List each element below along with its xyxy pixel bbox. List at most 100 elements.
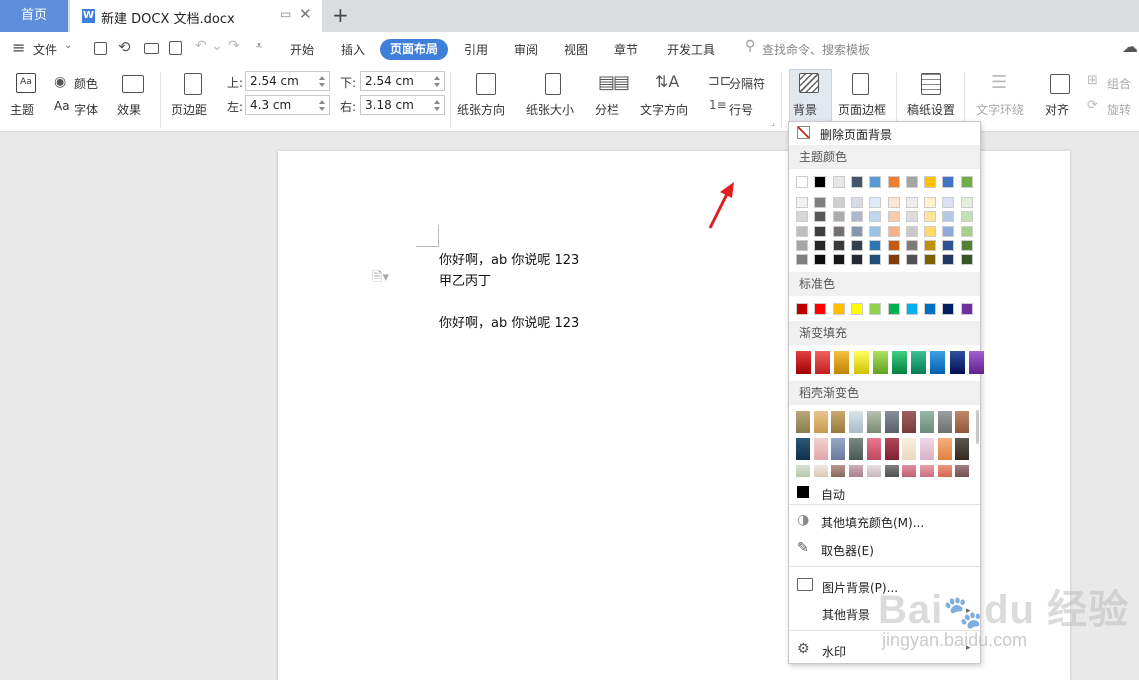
cloud-icon[interactable]: ☁ <box>1122 37 1138 56</box>
effect-icon[interactable] <box>122 75 144 93</box>
color-swatch[interactable] <box>942 303 955 315</box>
left-margin-input[interactable]: 4.3 cm <box>245 95 330 115</box>
more-fill-colors-item[interactable]: 其他填充颜色(M)... <box>821 514 924 531</box>
tab-document[interactable]: W 新建 DOCX 文档.docx ▭ ✕ <box>70 0 322 32</box>
auto-color-swatch[interactable] <box>797 486 809 498</box>
gradient-swatch[interactable] <box>955 465 970 477</box>
gradient-swatch[interactable] <box>955 411 970 433</box>
color-swatch[interactable] <box>869 254 882 266</box>
redo-icon[interactable]: ↷ <box>228 38 240 54</box>
color-swatch[interactable] <box>850 225 863 237</box>
color-swatch[interactable] <box>960 303 973 315</box>
gradient-swatch[interactable] <box>849 465 864 477</box>
color-swatch[interactable] <box>924 239 937 251</box>
gradient-swatch[interactable] <box>831 465 846 477</box>
grid-paper-button[interactable]: 稿纸设置 <box>907 101 955 118</box>
paper-size-button[interactable]: 纸张大小 <box>526 101 574 118</box>
color-swatch[interactable] <box>942 225 955 237</box>
gradient-swatch[interactable] <box>949 351 965 374</box>
color-swatch[interactable] <box>796 176 808 188</box>
text-direction-button[interactable]: 文字方向 <box>640 101 688 118</box>
color-swatch[interactable] <box>832 239 845 251</box>
gradient-swatch[interactable] <box>815 351 831 374</box>
color-swatch[interactable] <box>887 211 900 223</box>
color-swatch[interactable] <box>905 303 918 315</box>
color-swatch[interactable] <box>796 254 808 266</box>
group-button[interactable]: 组合 <box>1107 75 1131 92</box>
file-menu[interactable]: 文件 <box>33 41 57 58</box>
color-swatch[interactable] <box>960 254 973 266</box>
color-swatch[interactable] <box>796 225 808 237</box>
color-swatch[interactable] <box>869 303 882 315</box>
color-swatch[interactable] <box>814 211 827 223</box>
gradient-swatch[interactable] <box>853 351 869 374</box>
color-swatch[interactable] <box>814 303 827 315</box>
color-swatch[interactable] <box>942 197 955 208</box>
color-swatch[interactable] <box>942 211 955 223</box>
menu-tab-start[interactable]: 开始 <box>290 41 314 58</box>
line-number-button[interactable]: 行号 <box>729 101 753 118</box>
color-swatch[interactable] <box>960 225 973 237</box>
color-swatch[interactable] <box>850 176 863 188</box>
save-icon[interactable] <box>94 42 107 55</box>
gradient-swatch[interactable] <box>911 351 927 374</box>
gradient-swatch[interactable] <box>884 438 899 460</box>
color-swatch[interactable] <box>942 176 955 188</box>
gradient-swatch[interactable] <box>831 438 846 460</box>
gradient-swatch[interactable] <box>813 438 828 460</box>
color-swatch[interactable] <box>887 176 900 188</box>
color-swatch[interactable] <box>796 303 808 315</box>
gradient-swatch[interactable] <box>796 351 811 374</box>
tab-home[interactable]: 首页 <box>0 0 68 32</box>
color-button[interactable]: 颜色 <box>74 75 98 92</box>
color-swatch[interactable] <box>814 254 827 266</box>
hamburger-icon[interactable]: ≡ <box>12 38 25 57</box>
color-swatch[interactable] <box>832 176 845 188</box>
rotate-button[interactable]: 旋转 <box>1107 101 1131 118</box>
gradient-swatch[interactable] <box>892 351 907 374</box>
text-wrap-button[interactable]: 文字环绕 <box>976 101 1024 118</box>
color-swatch[interactable] <box>850 211 863 223</box>
color-swatch[interactable] <box>850 239 863 251</box>
menu-tab-view[interactable]: 视图 <box>564 41 588 58</box>
close-tab-icon[interactable]: ✕ <box>299 5 312 23</box>
color-swatch[interactable] <box>814 176 827 188</box>
color-swatch[interactable] <box>887 254 900 266</box>
color-swatch[interactable] <box>850 254 863 266</box>
gradient-swatch[interactable] <box>919 438 934 460</box>
color-swatch[interactable] <box>814 239 827 251</box>
color-swatch[interactable] <box>960 211 973 223</box>
paper-size-icon[interactable] <box>545 73 561 95</box>
color-swatch[interactable] <box>905 239 918 251</box>
columns-icon[interactable]: ▤▤ <box>598 72 630 93</box>
search-input[interactable]: 查找命令、搜索模板 <box>762 41 870 58</box>
orientation-icon[interactable] <box>476 73 496 95</box>
undo-icon[interactable]: ↶ ⌄ <box>195 38 223 54</box>
color-swatch[interactable] <box>924 197 937 208</box>
menu-tab-page-layout[interactable]: 页面布局 <box>380 39 448 60</box>
color-swatch[interactable] <box>924 211 937 223</box>
new-tab-button[interactable]: + <box>332 3 349 27</box>
gradient-swatch[interactable] <box>968 351 984 374</box>
remove-background-item[interactable]: 删除页面背景 <box>820 126 892 143</box>
color-swatch[interactable] <box>832 303 845 315</box>
ribbon-expand-icon[interactable]: ⌟ <box>771 118 775 127</box>
color-swatch[interactable] <box>924 176 937 188</box>
color-swatch[interactable] <box>850 303 863 315</box>
watermark-item[interactable]: 水印 <box>822 643 846 660</box>
gradient-swatch[interactable] <box>849 411 864 433</box>
color-swatch[interactable] <box>905 225 918 237</box>
color-swatch[interactable] <box>924 303 937 315</box>
effect-button[interactable]: 效果 <box>117 101 141 118</box>
page-border-icon[interactable] <box>852 73 869 95</box>
gradient-swatch[interactable] <box>937 465 952 477</box>
color-swatch[interactable] <box>796 211 808 223</box>
gradient-swatch[interactable] <box>884 411 899 433</box>
gradient-swatch[interactable] <box>930 351 946 374</box>
color-swatch[interactable] <box>887 197 900 208</box>
pin-icon[interactable]: ▭ <box>280 7 291 21</box>
color-swatch[interactable] <box>869 239 882 251</box>
color-swatch[interactable] <box>887 225 900 237</box>
gradient-swatch[interactable] <box>919 411 934 433</box>
gradient-swatch[interactable] <box>884 465 899 477</box>
